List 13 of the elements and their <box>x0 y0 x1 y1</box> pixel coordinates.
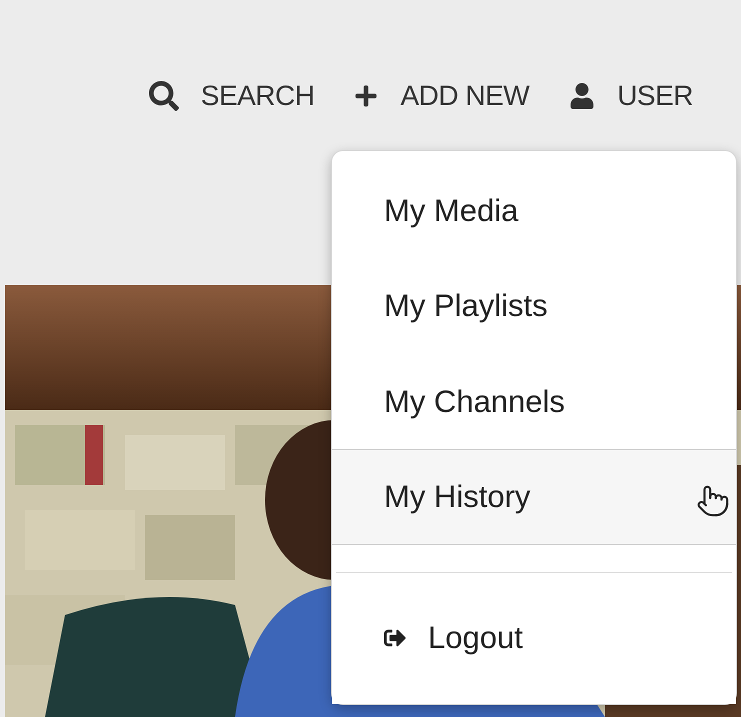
search-icon <box>148 81 179 111</box>
menu-item[interactable]: My Channels <box>332 354 736 450</box>
menu-item[interactable]: My Media <box>332 163 736 258</box>
logout-icon <box>384 627 406 650</box>
plus-icon <box>354 84 378 108</box>
nav-link[interactable]: USER <box>569 80 693 112</box>
menu-item[interactable]: My History <box>332 449 736 545</box>
nav-link[interactable]: ADD NEW <box>354 80 530 112</box>
nav-link[interactable]: SEARCH <box>148 80 314 112</box>
logout-link[interactable]: Logout <box>332 572 736 704</box>
hand-pointer-icon <box>696 484 730 518</box>
user-icon <box>569 83 596 109</box>
menu-item[interactable]: My Playlists <box>332 258 736 354</box>
